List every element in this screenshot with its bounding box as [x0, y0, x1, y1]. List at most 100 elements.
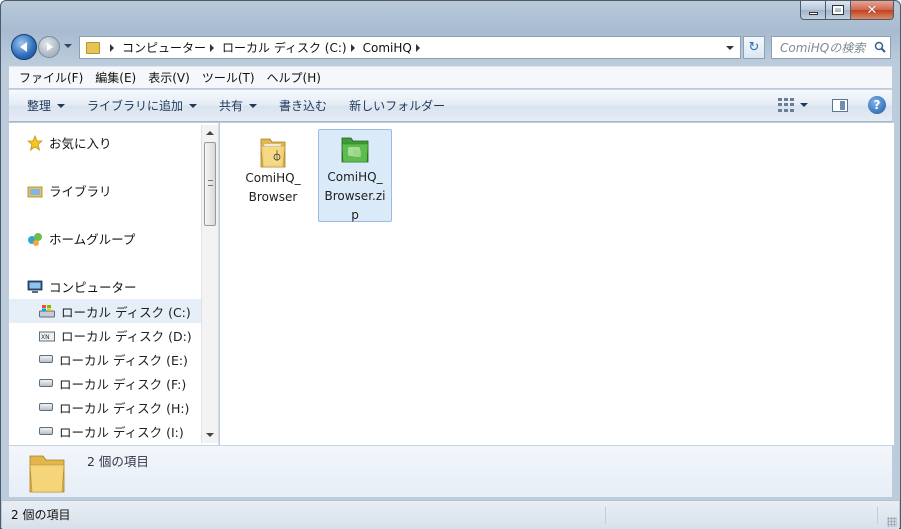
folder-icon [29, 455, 65, 493]
change-view-icon[interactable] [778, 98, 794, 112]
details-pane: 2 個の項目 [9, 445, 892, 497]
nav-drive-label: ローカル ディスク (D:) [61, 328, 192, 344]
nav-homegroup-label: ホームグループ [49, 232, 136, 247]
file-name: Browser [248, 190, 298, 204]
drive-icon [39, 355, 53, 363]
nav-drive-label: ローカル ディスク (C:) [61, 304, 191, 320]
star-icon [27, 134, 43, 151]
command-bar: 整理 ライブラリに追加 共有 書き込む 新しいフォルダー ? [9, 89, 892, 122]
drive-icon [39, 403, 53, 411]
homegroup-icon [28, 232, 42, 246]
add-to-library-label: ライブラリに追加 [87, 99, 184, 113]
chevron-right-icon[interactable] [110, 43, 114, 52]
menu-file[interactable]: ファイル(F) [13, 69, 89, 86]
minimize-icon [808, 11, 818, 15]
address-bar[interactable]: コンピューター ローカル ディスク (C:) ComiHQ [79, 36, 741, 59]
nav-drive-c[interactable]: ローカル ディスク (C:) [9, 299, 202, 323]
breadcrumb-comihq[interactable]: ComiHQ [363, 41, 412, 55]
computer-icon [27, 280, 43, 293]
share-button[interactable]: 共有 [211, 97, 271, 114]
chevron-right-icon[interactable] [415, 43, 420, 52]
scroll-down-icon[interactable] [206, 433, 214, 437]
nav-drive-f[interactable]: ローカル ディスク (F:) [9, 371, 202, 395]
nav-homegroup[interactable]: ホームグループ [27, 229, 135, 248]
folder-icon [260, 138, 286, 168]
file-list: ComiHQ_ Browser ComiHQ_ Browser.zi p [220, 123, 894, 445]
file-name: ComiHQ_ [327, 170, 383, 184]
nav-drive-d[interactable]: XN ローカル ディスク (D:) [9, 323, 202, 347]
search-placeholder: ComiHQの検索 [780, 41, 866, 55]
grip-icon [208, 180, 213, 186]
zip-folder-icon [341, 137, 369, 163]
status-item-count: 2 個の項目 [2, 506, 606, 524]
navigation-bar: コンピューター ローカル ディスク (C:) ComiHQ ↻ ComiHQの検… [9, 31, 892, 63]
file-item-comihq-browser[interactable]: ComiHQ_ Browser [236, 129, 310, 209]
search-icon[interactable] [874, 41, 886, 53]
recent-pages-dropdown[interactable] [64, 44, 72, 48]
nav-computer-label: コンピューター [49, 280, 137, 295]
minimize-button[interactable] [800, 1, 826, 20]
removable-drive-icon: XN [39, 331, 55, 342]
caption-buttons: ✕ [800, 1, 894, 21]
explorer-window: ✕ コンピューター ローカル ディスク (C:) ComiHQ ↻ ComiHQ… [0, 0, 901, 529]
breadcrumb-local-disk-c[interactable]: ローカル ディスク (C:) [222, 39, 347, 56]
file-name: Browser.zi [324, 189, 386, 203]
nav-scrollbar[interactable] [201, 125, 218, 443]
nav-drive-label: ローカル ディスク (F:) [59, 376, 187, 392]
preview-pane-icon[interactable] [832, 98, 848, 112]
new-folder-button[interactable]: 新しいフォルダー [341, 97, 459, 114]
nav-drive-e[interactable]: ローカル ディスク (E:) [9, 347, 202, 371]
new-folder-label: 新しいフォルダー [349, 99, 446, 113]
nav-favorites-label: お気に入り [49, 136, 112, 151]
scroll-thumb[interactable] [204, 142, 216, 226]
menu-tools[interactable]: ツール(T) [196, 69, 261, 86]
item-count: 2 個の項目 [87, 454, 149, 469]
maximize-icon [832, 5, 844, 15]
nav-drive-h[interactable]: ローカル ディスク (H:) [9, 395, 202, 419]
nav-libraries-label: ライブラリ [49, 184, 112, 199]
scroll-up-icon[interactable] [206, 131, 214, 135]
navigation-pane: お気に入り ライブラリ ホームグループ コンピューター ローカル ディスク (C… [9, 123, 219, 445]
organize-button[interactable]: 整理 [19, 97, 79, 114]
help-icon[interactable]: ? [868, 96, 886, 114]
nav-libraries[interactable]: ライブラリ [27, 181, 112, 200]
organize-label: 整理 [27, 99, 52, 113]
nav-drive-label: ローカル ディスク (H:) [59, 400, 190, 416]
status-bar: 2 個の項目 [2, 500, 899, 529]
refresh-icon: ↻ [748, 40, 760, 55]
windows-drive-icon [39, 305, 55, 318]
drive-icon [39, 379, 53, 387]
close-button[interactable]: ✕ [851, 1, 894, 20]
file-name: ComiHQ_ [245, 171, 301, 185]
burn-button[interactable]: 書き込む [271, 97, 341, 114]
menu-view[interactable]: 表示(V) [142, 69, 196, 86]
dropdown-arrow-icon [249, 103, 258, 108]
search-input[interactable]: ComiHQの検索 [771, 36, 891, 59]
menu-bar: ファイル(F) 編集(E) 表示(V) ツール(T) ヘルプ(H) [9, 66, 892, 88]
file-name: p [351, 208, 359, 222]
folder-icon [86, 41, 100, 54]
forward-button[interactable] [38, 36, 60, 58]
burn-label: 書き込む [279, 99, 328, 113]
maximize-button[interactable] [826, 1, 851, 20]
dropdown-arrow-icon [189, 103, 198, 108]
nav-computer[interactable]: コンピューター [27, 277, 137, 296]
refresh-button[interactable]: ↻ [743, 36, 765, 59]
view-options-dropdown-icon[interactable] [800, 103, 808, 107]
nav-drive-i[interactable]: ローカル ディスク (I:) [9, 419, 202, 443]
resize-grip-icon[interactable] [887, 517, 897, 527]
forward-arrow-icon [47, 43, 53, 51]
menu-edit[interactable]: 編集(E) [89, 69, 142, 86]
nav-favorites[interactable]: お気に入り [27, 133, 112, 152]
file-item-comihq-browser-zip[interactable]: ComiHQ_ Browser.zi p [318, 129, 392, 222]
menu-help[interactable]: ヘルプ(H) [261, 69, 327, 86]
back-button[interactable] [11, 34, 37, 60]
close-icon: ✕ [866, 2, 878, 18]
add-to-library-button[interactable]: ライブラリに追加 [79, 97, 211, 114]
chevron-right-icon[interactable] [210, 43, 215, 52]
breadcrumb-computer[interactable]: コンピューター [122, 39, 206, 56]
back-arrow-icon [19, 42, 27, 52]
chevron-right-icon[interactable] [350, 43, 355, 52]
library-icon [27, 186, 43, 197]
address-dropdown-icon[interactable] [726, 46, 734, 50]
